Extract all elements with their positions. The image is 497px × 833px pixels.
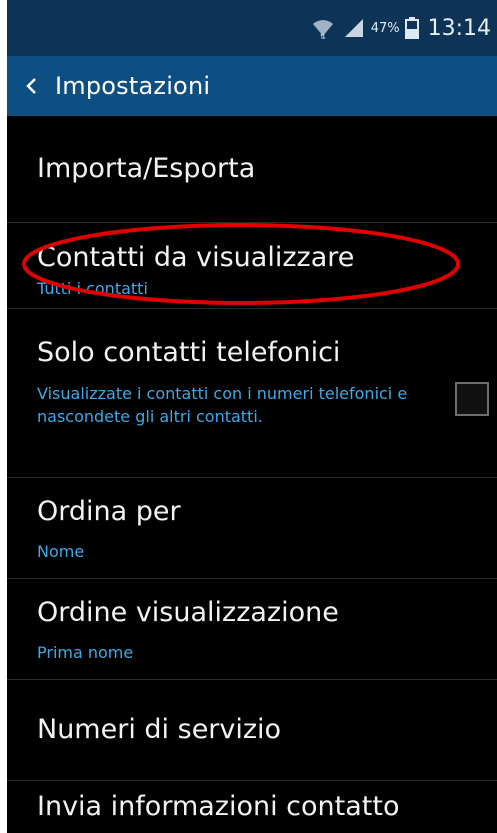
phone-contacts-only-checkbox[interactable] (455, 382, 489, 416)
action-bar: Impostazioni (7, 56, 497, 116)
setting-service-numbers[interactable]: Numeri di servizio (7, 680, 497, 781)
setting-title: Ordine visualizzazione (37, 597, 339, 628)
signal-icon (344, 19, 363, 37)
setting-title: Contatti da visualizzare (37, 242, 355, 273)
setting-title: Numeri di servizio (37, 714, 282, 745)
status-icons: ⇅ 47% 13:14 (311, 12, 491, 44)
setting-phone-contacts-only[interactable]: Solo contatti telefonici Visualizzate i … (7, 309, 497, 478)
setting-send-contact-info[interactable]: Invia informazioni contatto (7, 781, 497, 833)
phone-screen: ⇅ 47% 13:14 Impostazioni Importa/Esporta (7, 0, 497, 833)
page-title: Impostazioni (55, 72, 211, 100)
chevron-left-icon (26, 78, 36, 94)
setting-subtitle: Prima nome (37, 643, 134, 662)
setting-import-export[interactable]: Importa/Esporta (7, 116, 497, 223)
battery-icon (404, 17, 419, 39)
setting-subtitle: Nome (37, 542, 85, 561)
back-button[interactable]: Impostazioni (7, 56, 210, 116)
setting-subtitle: Tutti i contatti (37, 279, 148, 298)
wifi-icon: ⇅ (312, 20, 333, 40)
setting-title: Invia informazioni contatto (37, 791, 400, 822)
setting-display-order[interactable]: Ordine visualizzazione Prima nome (7, 579, 497, 680)
setting-title: Solo contatti telefonici (37, 337, 341, 368)
setting-contacts-to-display[interactable]: Contatti da visualizzare Tutti i contatt… (7, 223, 497, 309)
status-bar: ⇅ 47% 13:14 (7, 0, 497, 56)
setting-sort-by[interactable]: Ordina per Nome (7, 478, 497, 579)
setting-title: Ordina per (37, 496, 181, 527)
battery-percent: 47% (370, 20, 400, 36)
setting-subtitle: Visualizzate i contatti con i numeri tel… (37, 384, 408, 426)
setting-title: Importa/Esporta (37, 153, 256, 184)
status-clock: 13:14 (427, 15, 491, 41)
svg-text:⇅: ⇅ (320, 33, 326, 40)
